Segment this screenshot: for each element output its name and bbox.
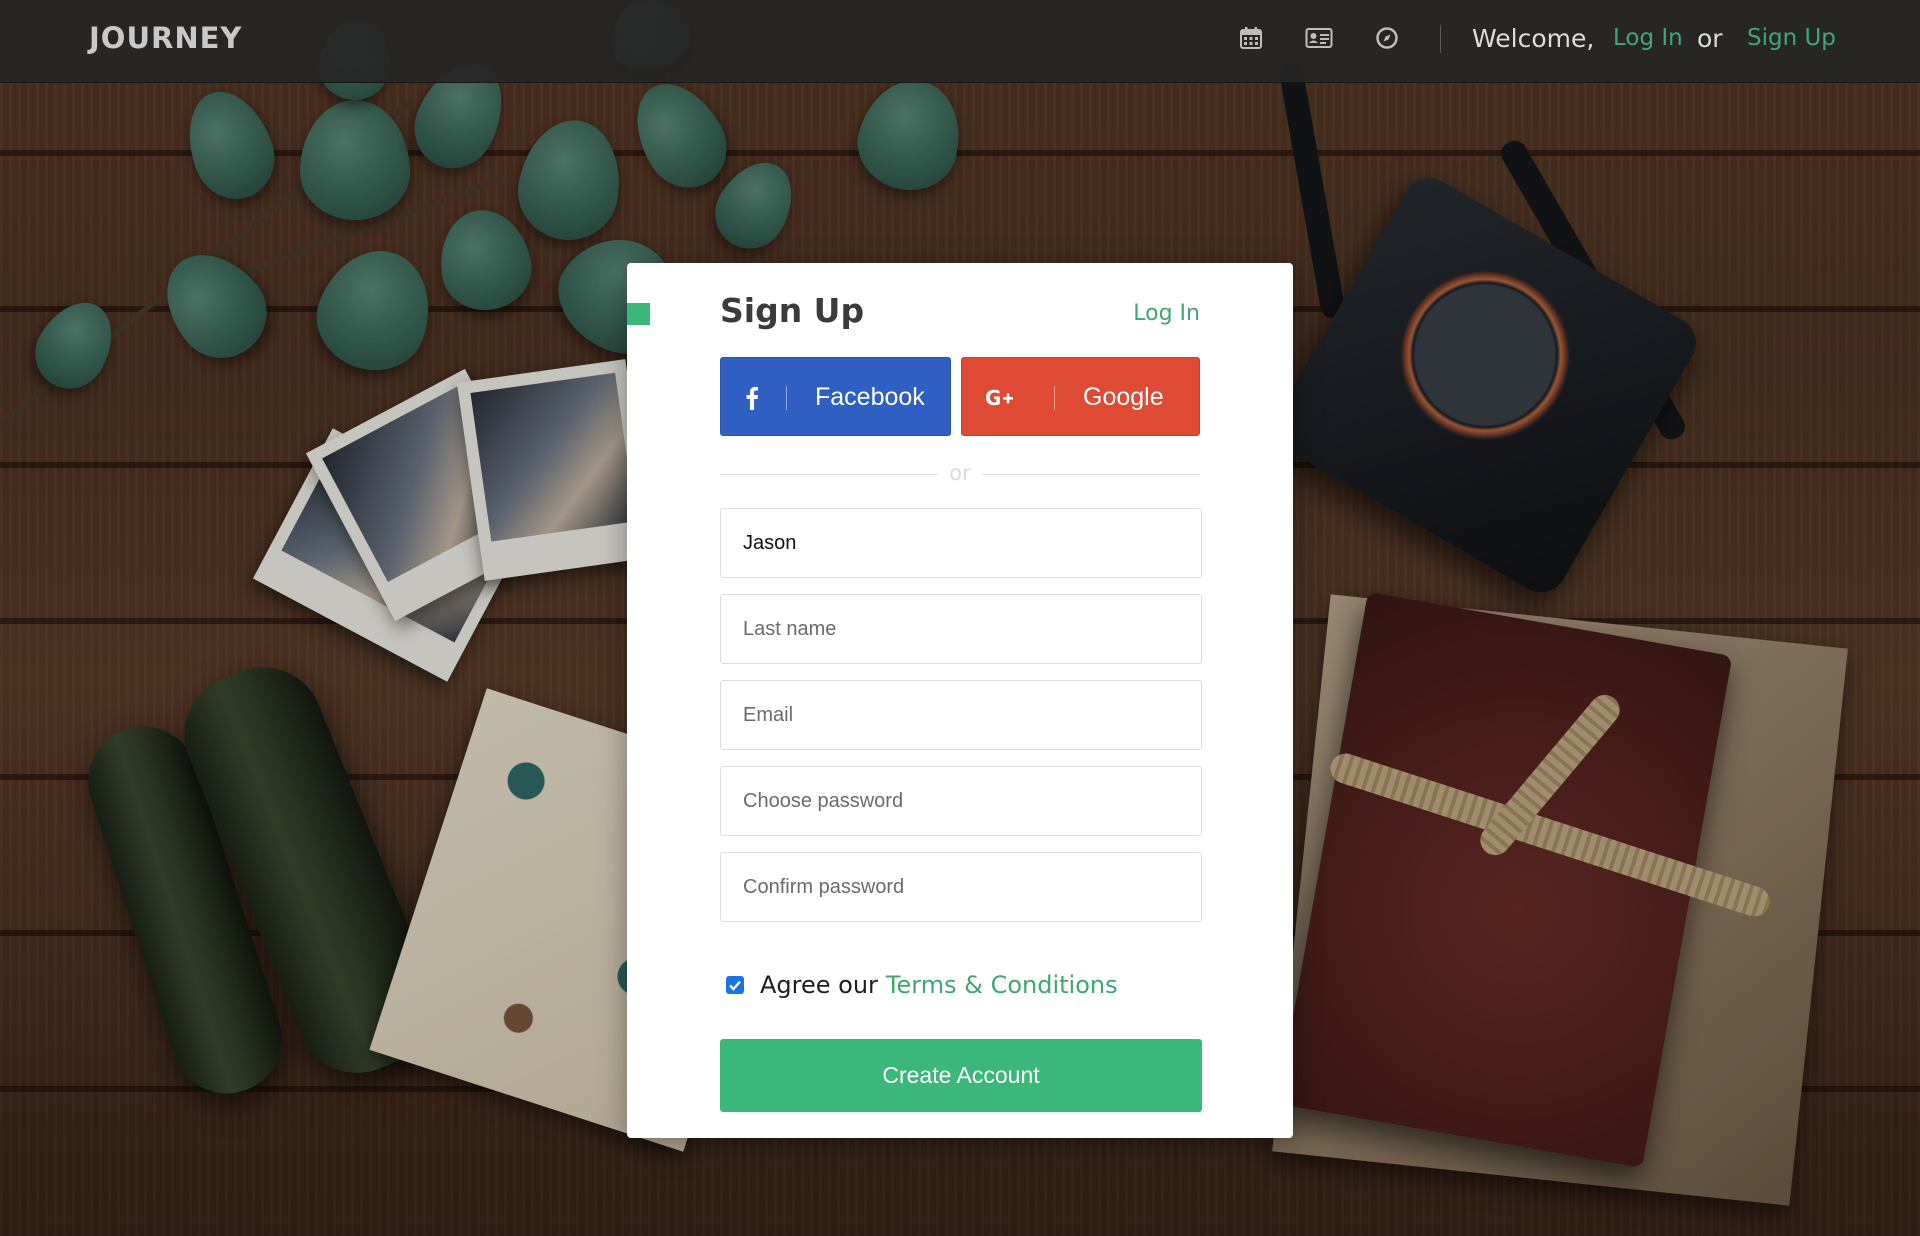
last-name-field[interactable] xyxy=(720,594,1202,664)
facebook-icon xyxy=(739,358,765,437)
or-divider-text: or xyxy=(949,461,971,485)
nav-divider xyxy=(1440,25,1441,53)
signup-card: Sign Up Log In Facebook G Google or Jaso… xyxy=(627,263,1293,1138)
create-account-button[interactable]: Create Account xyxy=(720,1039,1202,1112)
facebook-separator xyxy=(786,386,787,410)
card-accent-bar xyxy=(627,303,650,325)
first-name-field[interactable] xyxy=(720,508,1202,578)
google-label: Google xyxy=(1083,383,1164,411)
agree-checkbox[interactable] xyxy=(726,976,744,994)
welcome-text: Welcome, xyxy=(1472,24,1595,53)
nav-signup-link[interactable]: Sign Up xyxy=(1747,25,1836,51)
agree-text: Agree our xyxy=(760,971,878,999)
compass-icon[interactable] xyxy=(1375,26,1399,50)
card-login-link[interactable]: Log In xyxy=(1133,301,1200,326)
confirm-password-field[interactable] xyxy=(720,852,1202,922)
signup-title: Sign Up xyxy=(720,291,865,330)
facebook-button[interactable]: Facebook xyxy=(720,357,951,436)
facebook-label: Facebook xyxy=(815,383,925,411)
terms-agreement: Agree our Terms & Conditions xyxy=(726,967,1118,1003)
terms-link[interactable]: Terms & Conditions xyxy=(886,971,1118,999)
brand-logo[interactable]: JOURNEY xyxy=(89,21,242,55)
svg-text:G: G xyxy=(985,387,1001,409)
google-separator xyxy=(1054,386,1055,410)
top-navbar: JOURNEY Welcome, Log In or Sign Up xyxy=(0,0,1920,83)
nav-or-text: or xyxy=(1697,24,1723,53)
email-field[interactable] xyxy=(720,680,1202,750)
google-button[interactable]: G Google xyxy=(961,357,1200,436)
google-plus-icon: G xyxy=(982,358,1022,437)
calendar-icon[interactable] xyxy=(1239,26,1263,50)
nav-login-link[interactable]: Log In xyxy=(1613,25,1683,51)
or-divider: or xyxy=(720,459,1200,489)
id-card-icon[interactable] xyxy=(1305,26,1333,50)
password-field[interactable] xyxy=(720,766,1202,836)
